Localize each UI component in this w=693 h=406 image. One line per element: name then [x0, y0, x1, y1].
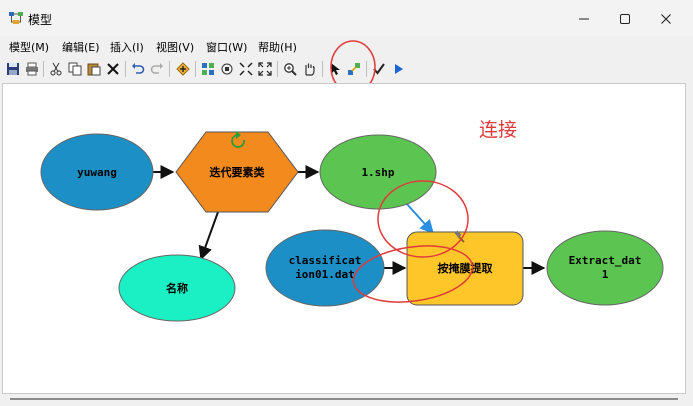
model-canvas[interactable]: yuwang 迭代要素类 名称 1.shp classificat ion01.…	[2, 83, 686, 394]
undo-icon	[132, 63, 145, 74]
redo-icon	[150, 63, 163, 74]
delete-button[interactable]	[104, 60, 122, 78]
save-button[interactable]	[4, 60, 22, 78]
pan-icon	[305, 63, 315, 76]
model-builder-icon	[9, 12, 23, 24]
full-extent-icon	[221, 63, 233, 75]
menu-view[interactable]: 视图(V)	[156, 39, 194, 55]
model-diagram: yuwang 迭代要素类 名称 1.shp classificat ion01.…	[40, 131, 664, 322]
node-shp-label: 1.shp	[361, 166, 394, 179]
connector-shp-tool[interactable]	[405, 202, 434, 235]
horizontal-scrollbar[interactable]	[2, 395, 686, 403]
print-icon	[26, 62, 38, 76]
annotation-connect: 连接	[479, 119, 518, 141]
run-button[interactable]	[389, 60, 407, 78]
add-data-button[interactable]	[174, 60, 192, 78]
node-extract-output[interactable]: Extract_dat 1	[546, 230, 664, 306]
node-name-label: 名称	[166, 281, 188, 295]
fixed-zoom-out-icon	[258, 62, 272, 76]
window-title: 模型	[28, 13, 53, 27]
node-extract-output-label-line2: 1	[602, 268, 609, 281]
save-icon	[7, 63, 19, 75]
connector-iterator-name[interactable]	[198, 211, 219, 261]
close-button[interactable]	[652, 8, 680, 30]
node-iterator[interactable]: 迭代要素类	[175, 131, 299, 213]
paste-button[interactable]	[85, 60, 103, 78]
toolbar-separator	[125, 61, 126, 77]
pan-button[interactable]	[300, 60, 318, 78]
close-icon	[661, 14, 671, 24]
toolbar-separator	[277, 61, 278, 77]
maximize-icon	[620, 14, 630, 24]
copy-button[interactable]	[66, 60, 84, 78]
minimize-button[interactable]	[570, 8, 598, 30]
fixed-zoom-in-button[interactable]	[237, 60, 255, 78]
add-data-icon	[176, 62, 190, 76]
minimize-icon	[579, 18, 589, 20]
print-button[interactable]	[23, 60, 41, 78]
maximize-button[interactable]	[611, 8, 639, 30]
copy-icon	[68, 62, 82, 76]
toolbar-separator	[169, 61, 170, 77]
toolbar-separator	[195, 61, 196, 77]
fixed-zoom-in-icon	[239, 62, 253, 76]
node-yuwang[interactable]: yuwang	[40, 133, 154, 211]
cut-button[interactable]	[47, 60, 65, 78]
node-yuwang-label: yuwang	[77, 166, 117, 179]
auto-layout-button[interactable]	[199, 60, 217, 78]
zoom-in-icon	[284, 63, 297, 76]
toolbar-separator	[322, 61, 323, 77]
title-bar: 模型	[0, 0, 693, 36]
fixed-zoom-out-button[interactable]	[256, 60, 274, 78]
paste-icon	[87, 63, 101, 76]
node-shp[interactable]: 1.shp	[319, 134, 437, 210]
menu-window[interactable]: 窗口(W)	[206, 39, 247, 55]
cut-icon	[50, 62, 62, 76]
node-classification[interactable]: classificat ion01.dat	[265, 229, 385, 307]
node-extract-output-label-line1: Extract_dat	[569, 254, 642, 267]
run-icon	[395, 64, 403, 74]
node-classification-label-line2: ion01.dat	[295, 268, 355, 281]
full-extent-button[interactable]	[218, 60, 236, 78]
menu-help[interactable]: 帮助(H)	[258, 39, 297, 55]
delete-icon	[107, 63, 119, 75]
node-extract-tool-label: 按掩膜提取	[438, 261, 493, 275]
redo-button[interactable]	[148, 60, 166, 78]
undo-button[interactable]	[129, 60, 147, 78]
node-classification-label-line1: classificat	[289, 254, 362, 267]
node-extract-tool[interactable]: 按掩膜提取	[406, 230, 524, 306]
menu-model[interactable]: 模型(M)	[9, 39, 49, 55]
auto-layout-icon	[202, 63, 214, 75]
zoom-in-button[interactable]	[281, 60, 299, 78]
menu-insert[interactable]: 插入(I)	[110, 39, 144, 55]
toolbar-separator	[43, 61, 44, 77]
node-iterator-label: 迭代要素类	[210, 165, 266, 179]
node-name[interactable]: 名称	[118, 254, 236, 322]
menu-edit[interactable]: 编辑(E)	[62, 39, 100, 55]
